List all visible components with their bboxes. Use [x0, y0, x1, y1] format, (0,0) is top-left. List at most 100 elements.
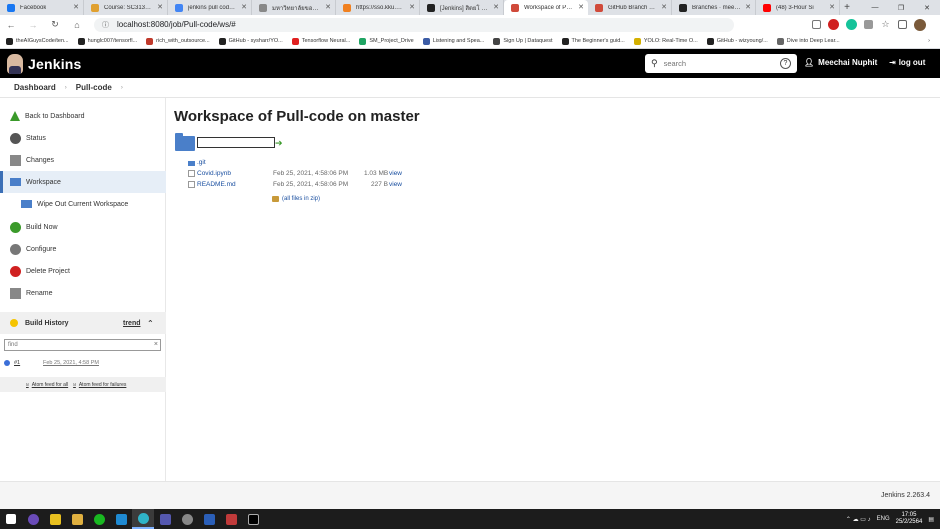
go-arrow-icon[interactable]: ➔	[275, 138, 283, 149]
tab-close-icon[interactable]: ✕	[325, 3, 331, 11]
bookmark-item[interactable]: GitHub - wizyoung/...	[706, 37, 768, 45]
browser-tab[interactable]: GitHub Branch Sou ✕	[588, 0, 672, 15]
help-icon[interactable]: ?	[780, 58, 791, 69]
browser-tab[interactable]: Workspace of Pull-c ✕	[504, 0, 588, 15]
address-bar[interactable]: ⓘ localhost:8080/job/Pull-code/ws/#	[94, 17, 734, 32]
logout-label[interactable]: log out	[899, 58, 926, 67]
atom-feed-all-label[interactable]: Atom feed for all	[32, 382, 68, 388]
file-explorer-icon[interactable]	[66, 509, 88, 529]
sidebar-item-back-to-dashboard[interactable]: Back to Dashboard	[0, 105, 166, 127]
edge-browser-icon[interactable]	[132, 509, 154, 529]
new-tab-button[interactable]: +	[840, 2, 854, 13]
grammarly-icon[interactable]	[846, 19, 857, 30]
trend-link[interactable]: trend	[123, 320, 141, 327]
line-app-icon[interactable]	[88, 509, 110, 529]
snipping-tool-icon[interactable]	[220, 509, 242, 529]
user-name[interactable]: Meechai Nuphit	[818, 58, 877, 67]
bookmark-item[interactable]: The Beginner's guid...	[561, 37, 625, 45]
language-indicator[interactable]: ENG	[877, 516, 890, 522]
tab-close-icon[interactable]: ✕	[409, 3, 415, 11]
adblock-icon[interactable]	[828, 19, 839, 30]
forward-icon[interactable]: →	[22, 20, 44, 30]
tab-close-icon[interactable]: ✕	[73, 3, 79, 11]
search-input[interactable]	[663, 59, 774, 68]
bookmark-item[interactable]: theAIGuysCode/ten...	[6, 37, 69, 45]
atom-feed-all-link[interactable]: ᴚ Atom feed for all	[26, 382, 68, 388]
browser-tab[interactable]: มหาวิทยาลัยขอนแก่น ✕	[252, 0, 336, 15]
file-name-link[interactable]: .git	[197, 159, 206, 166]
sidebar-item-configure[interactable]: Configure	[0, 238, 166, 260]
reload-icon[interactable]: ↻	[44, 19, 66, 30]
favorites-icon[interactable]: ☆	[880, 19, 891, 30]
browser-tab[interactable]: https://sso.kku.ac.th ✕	[336, 0, 420, 15]
tab-close-icon[interactable]: ✕	[241, 3, 247, 11]
bookmark-item[interactable]: Tensorflow Neural...	[291, 37, 350, 45]
build-number-link[interactable]: #1	[14, 360, 20, 366]
bookmarks-more-icon[interactable]: ›	[928, 38, 940, 44]
bookmark-item[interactable]: Dive into Deep Lear...	[776, 37, 840, 45]
notification-icon[interactable]: ▤	[928, 516, 934, 523]
breadcrumb-dashboard[interactable]: Dashboard	[14, 83, 56, 92]
minimize-button[interactable]: —	[862, 4, 888, 11]
bookmark-item[interactable]: Sign Up | Dataquest	[493, 37, 553, 45]
zip-label[interactable]: (all files in zip)	[282, 196, 320, 202]
file-view-link[interactable]: view	[389, 170, 402, 177]
terminal-icon[interactable]	[242, 509, 264, 529]
windows-start-icon[interactable]	[0, 509, 22, 529]
collections-icon[interactable]	[898, 20, 907, 29]
tab-close-icon[interactable]: ✕	[661, 3, 667, 11]
tab-close-icon[interactable]: ✕	[157, 3, 163, 11]
tab-close-icon[interactable]: ✕	[829, 3, 835, 11]
jenkins-version-link[interactable]: Jenkins 2.263.4	[881, 492, 930, 499]
tab-close-icon[interactable]: ✕	[745, 3, 751, 11]
jenkins-logo[interactable]	[7, 53, 23, 74]
tab-close-icon[interactable]: ✕	[493, 3, 499, 11]
breadcrumb-job[interactable]: Pull-code	[76, 83, 112, 92]
close-window-button[interactable]: ✕	[914, 4, 940, 12]
bookmark-item[interactable]: SM_Project_Drive	[359, 37, 414, 45]
clear-icon[interactable]: ×	[154, 341, 158, 348]
maximize-button[interactable]: ❐	[888, 4, 914, 12]
bookmark-item[interactable]: rich_with_outsource...	[146, 37, 210, 45]
tab-close-icon[interactable]: ✕	[578, 3, 584, 11]
vscode-icon[interactable]	[110, 509, 132, 529]
sidebar-item-changes[interactable]: Changes	[0, 149, 166, 171]
sidebar-item-rename[interactable]: Rename	[0, 282, 166, 304]
app-purple-icon[interactable]	[22, 509, 44, 529]
browser-tab[interactable]: [Jenkins] สิตยโ Jenki ✕	[420, 0, 504, 15]
tray-icons[interactable]: ⌃ ☁ ▭ ♪	[846, 516, 871, 523]
sidebar-item-delete-project[interactable]: Delete Project	[0, 260, 166, 282]
address-text[interactable]: localhost:8080/job/Pull-code/ws/#	[117, 20, 236, 29]
file-name-link[interactable]: Covid.ipynb	[197, 170, 231, 177]
file-view-link[interactable]: view	[389, 181, 402, 188]
atom-feed-failures-label[interactable]: Atom feed for failures	[79, 382, 127, 388]
teams-icon[interactable]	[154, 509, 176, 529]
jenkins-title[interactable]: Jenkins	[28, 56, 82, 72]
word-icon[interactable]	[198, 509, 220, 529]
breadcrumb-separator[interactable]: ›	[121, 85, 123, 91]
steam-icon[interactable]	[176, 509, 198, 529]
zip-download-link[interactable]: (all files in zip)	[272, 196, 320, 202]
file-name-link[interactable]: README.md	[197, 181, 236, 188]
sidebar-item-status[interactable]: Status	[0, 127, 166, 149]
logout-link[interactable]: ⇥ log out	[889, 58, 925, 67]
bookmark-item[interactable]: YOLO: Real-Time O...	[633, 37, 698, 45]
browser-tab[interactable]: Course: SC313762: ✕	[84, 0, 168, 15]
sidebar-item-wipe-out-current-workspace[interactable]: Wipe Out Current Workspace	[0, 193, 166, 215]
browser-tab[interactable]: jenkins pull code fr ✕	[168, 0, 252, 15]
build-row[interactable]: #1 Feb 25, 2021, 4:58 PM	[0, 356, 166, 369]
atom-feed-failures-link[interactable]: ᴚ Atom feed for failures	[73, 382, 126, 388]
user-link[interactable]: 👤︎ Meechai Nuphit	[804, 58, 877, 67]
sticky-notes-icon[interactable]	[44, 509, 66, 529]
extension-icon[interactable]	[812, 20, 821, 29]
bookmark-item[interactable]: GitHub - sysharr/YO...	[218, 37, 283, 45]
browser-tab[interactable]: (48) 3-Hour Si ✕	[756, 0, 840, 15]
info-icon[interactable]: ⓘ	[102, 20, 109, 30]
sidebar-item-workspace[interactable]: Workspace	[0, 171, 166, 193]
collapse-icon[interactable]: ⌃	[147, 319, 154, 328]
sidebar-item-build-now[interactable]: Build Now	[0, 216, 166, 238]
puzzle-icon[interactable]	[864, 20, 873, 29]
clock[interactable]: 17:05 25/2/2564	[896, 512, 923, 526]
build-find-input[interactable]: find ×	[4, 339, 161, 351]
bookmark-item[interactable]: Listening and Spea...	[422, 37, 484, 45]
